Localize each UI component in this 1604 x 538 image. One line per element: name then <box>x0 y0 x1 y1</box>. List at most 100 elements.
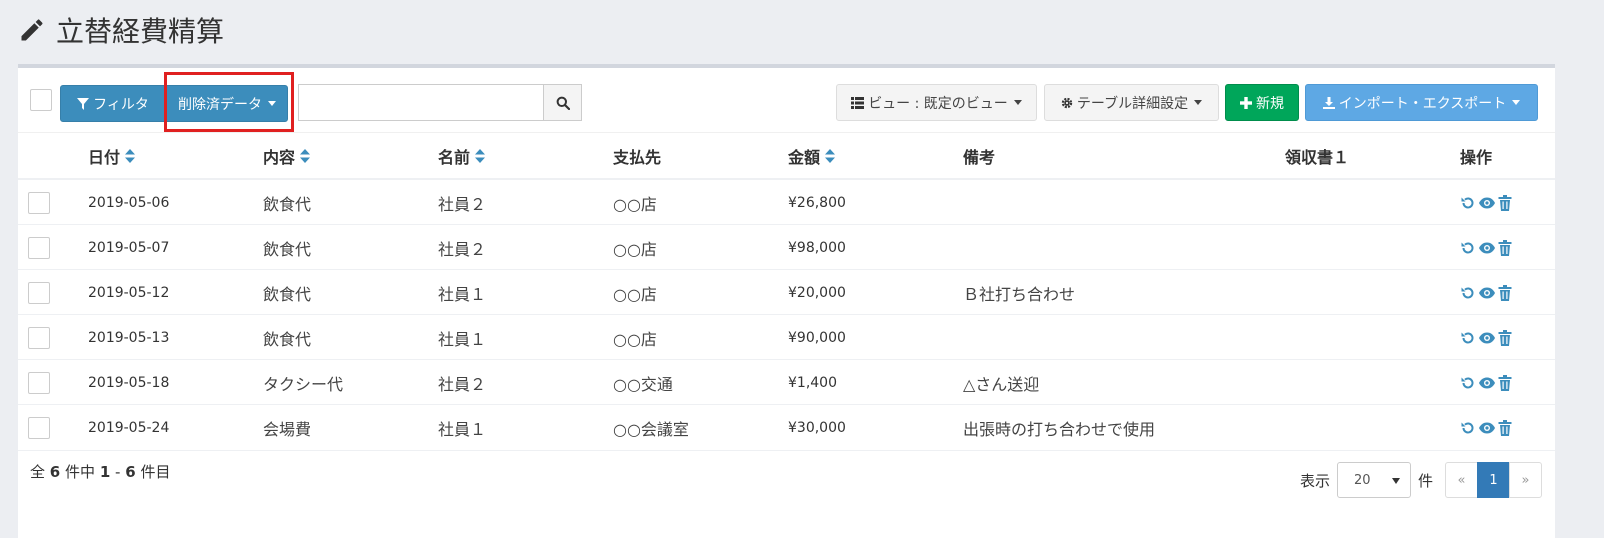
per-page-unit: 件 <box>1418 472 1434 490</box>
eye-icon[interactable] <box>1478 330 1496 346</box>
download-icon <box>1322 96 1335 109</box>
column-header-memo-label: 備考 <box>963 147 996 167</box>
trash-icon[interactable] <box>1498 419 1512 436</box>
restore-icon[interactable] <box>1460 240 1476 256</box>
column-header-date-label: 日付 <box>88 147 121 167</box>
row-checkbox[interactable] <box>28 326 50 349</box>
main-panel: フィルタ 削除済データ ビュー : 既定のビュー テーブル詳細設定 新規 インポ… <box>18 64 1555 538</box>
cell-date: 2019-05-24 <box>88 419 170 436</box>
row-actions <box>1460 360 1514 405</box>
eye-icon[interactable] <box>1478 240 1496 256</box>
import-export-label: インポート・エクスポート <box>1338 95 1507 112</box>
per-page-select[interactable]: 20 <box>1337 462 1411 498</box>
column-header-item[interactable]: 内容 <box>263 133 311 178</box>
restore-icon[interactable] <box>1460 420 1476 436</box>
list-icon <box>851 96 865 109</box>
cell-name: 社員１ <box>438 284 487 304</box>
column-header-actions-label: 操作 <box>1460 147 1493 167</box>
import-export-button[interactable]: インポート・エクスポート <box>1305 84 1538 121</box>
column-header-amount[interactable]: 金額 <box>788 133 836 178</box>
pagination: « 1 » <box>1445 462 1542 498</box>
cell-item: 飲食代 <box>263 194 312 214</box>
column-header-name[interactable]: 名前 <box>438 133 486 178</box>
page-title: 立替経費精算 <box>56 15 225 48</box>
row-checkbox[interactable] <box>28 236 50 259</box>
column-header-name-label: 名前 <box>438 147 471 167</box>
eye-icon[interactable] <box>1478 420 1496 436</box>
restore-icon[interactable] <box>1460 285 1476 301</box>
row-checkbox[interactable] <box>28 416 50 439</box>
deleted-data-button[interactable]: 削除済データ <box>166 85 288 122</box>
table-row: 2019-05-07 飲食代 社員２ ○○店 ¥98,000 <box>18 224 1555 270</box>
cell-date: 2019-05-13 <box>88 329 170 346</box>
cell-payee: ○○店 <box>613 239 657 259</box>
row-checkbox[interactable] <box>28 281 50 304</box>
trash-icon[interactable] <box>1498 284 1512 301</box>
view-selector-label: ビュー : 既定のビュー <box>868 95 1008 112</box>
cell-payee: ○○店 <box>613 284 657 304</box>
per-page-value: 20 <box>1354 472 1371 488</box>
cell-memo: 出張時の打ち合わせで使用 <box>963 419 1156 439</box>
range-end: 6 <box>125 463 136 481</box>
column-header-date[interactable]: 日付 <box>88 133 136 178</box>
cell-memo: Ｂ社打ち合わせ <box>963 284 1076 304</box>
row-actions <box>1460 315 1514 360</box>
trash-icon[interactable] <box>1498 374 1512 391</box>
cell-item: 飲食代 <box>263 284 312 304</box>
search-button[interactable] <box>543 84 582 121</box>
restore-icon[interactable] <box>1460 330 1476 346</box>
cell-date: 2019-05-07 <box>88 239 170 256</box>
table-row: 2019-05-13 飲食代 社員１ ○○店 ¥90,000 <box>18 314 1555 360</box>
restore-icon[interactable] <box>1460 375 1476 391</box>
column-header-payee-label: 支払先 <box>613 147 662 167</box>
column-header-memo: 備考 <box>963 133 995 178</box>
cell-item: 飲食代 <box>263 239 312 259</box>
filter-button[interactable]: フィルタ <box>60 85 166 122</box>
eye-icon[interactable] <box>1478 195 1496 211</box>
sort-icon <box>125 148 136 163</box>
cell-date: 2019-05-06 <box>88 194 170 211</box>
search-input[interactable] <box>298 84 543 121</box>
cell-date: 2019-05-18 <box>88 374 170 391</box>
cell-item: 飲食代 <box>263 329 312 349</box>
pagination-page-1[interactable]: 1 <box>1477 462 1510 498</box>
column-header-receipt: 領収書１ <box>1285 133 1349 178</box>
pagination-next[interactable]: » <box>1509 462 1542 498</box>
pagination-prev[interactable]: « <box>1445 462 1478 498</box>
chevron-down-icon <box>268 101 276 106</box>
column-header-item-label: 内容 <box>263 147 296 167</box>
cell-name: 社員１ <box>438 419 487 439</box>
new-record-button[interactable]: 新規 <box>1225 84 1299 121</box>
row-checkbox[interactable] <box>28 191 50 214</box>
trash-icon[interactable] <box>1498 239 1512 256</box>
select-all-checkbox[interactable] <box>30 89 52 111</box>
table-row: 2019-05-12 飲食代 社員１ ○○店 ¥20,000 Ｂ社打ち合わせ <box>18 269 1555 315</box>
trash-icon[interactable] <box>1498 194 1512 211</box>
cell-name: 社員２ <box>438 239 487 259</box>
cell-payee: ○○店 <box>613 329 657 349</box>
sort-icon <box>475 148 486 163</box>
cell-amount: ¥26,800 <box>788 194 846 211</box>
sort-icon <box>300 148 311 163</box>
cell-amount: ¥90,000 <box>788 329 846 346</box>
row-checkbox[interactable] <box>28 371 50 394</box>
restore-icon[interactable] <box>1460 195 1476 211</box>
row-actions <box>1460 270 1514 315</box>
table-settings-button[interactable]: テーブル詳細設定 <box>1044 84 1219 121</box>
view-selector-button[interactable]: ビュー : 既定のビュー <box>836 84 1037 121</box>
table-row: 2019-05-24 会場費 社員１ ○○会議室 ¥30,000 出張時の打ち合… <box>18 404 1555 451</box>
table-row: 2019-05-18 タクシー代 社員２ ○○交通 ¥1,400 △さん送迎 <box>18 359 1555 405</box>
pencil-icon <box>21 19 43 41</box>
cell-payee: ○○交通 <box>613 374 673 394</box>
eye-icon[interactable] <box>1478 375 1496 391</box>
trash-icon[interactable] <box>1498 329 1512 346</box>
plus-icon <box>1240 96 1252 109</box>
table-row: 2019-05-06 飲食代 社員２ ○○店 ¥26,800 <box>18 179 1555 225</box>
cell-name: 社員１ <box>438 329 487 349</box>
new-record-label: 新規 <box>1256 95 1284 112</box>
eye-icon[interactable] <box>1478 285 1496 301</box>
column-header-receipt-label: 領収書１ <box>1285 147 1350 167</box>
row-actions <box>1460 180 1514 225</box>
cell-payee: ○○店 <box>613 194 657 214</box>
record-summary: 全 6 件中 1 - 6 件目 <box>30 463 171 481</box>
